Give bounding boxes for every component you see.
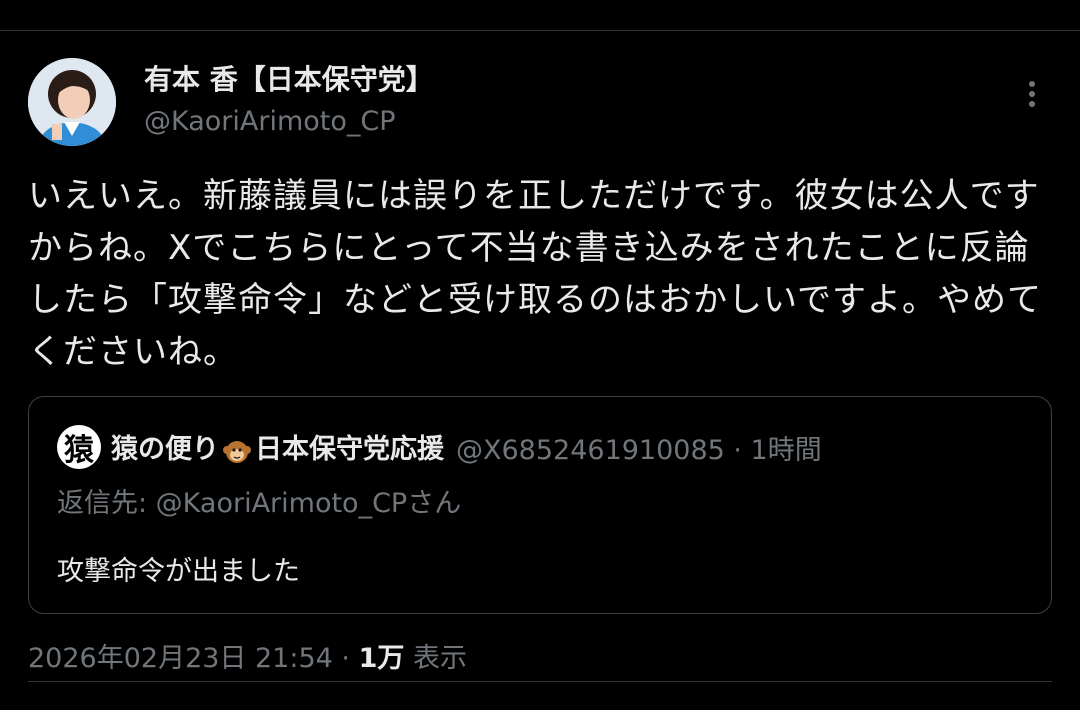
- quoted-reply-to: 返信先: @KaoriArimoto_CPさん: [57, 488, 462, 519]
- tweet-timestamp[interactable]: 2026年02月23日 21:54 ·: [28, 643, 359, 674]
- views-label: 表示: [404, 643, 467, 674]
- author-handle[interactable]: @KaoriArimoto_CP: [144, 104, 434, 140]
- more-options-button[interactable]: [1012, 74, 1052, 114]
- author-avatar[interactable]: [28, 58, 116, 146]
- quoted-author-name-part1: 猿の便り: [111, 434, 219, 466]
- bottom-divider: [28, 681, 1052, 682]
- views-count: 1万: [358, 643, 405, 674]
- tweet-header: 有本 香【日本保守党】 @KaoriArimoto_CP: [28, 58, 1052, 150]
- quoted-author-name: 猿の便り 日本保守党応援: [111, 427, 444, 467]
- quoted-author-avatar: 猿: [57, 425, 101, 469]
- top-divider: [0, 30, 1080, 31]
- quoted-tweet-header: 猿 猿の便り 日本保守党応援 @X6852461910085 · 1時間: [57, 425, 822, 469]
- tweet: 有本 香【日本保守党】 @KaoriArimoto_CP いえいえ。新藤議員には…: [28, 58, 1052, 675]
- more-dots-icon: [1029, 81, 1035, 107]
- avatar-image: [28, 58, 116, 146]
- monkey-icon: [223, 440, 251, 463]
- tweet-text: いえいえ。新藤議員には誤りを正しただけです。彼女は公人ですからね。Xでこちらにと…: [28, 176, 1042, 372]
- quoted-author-name-part2: 日本保守党応援: [255, 434, 444, 466]
- author-display-name[interactable]: 有本 香【日本保守党】: [144, 62, 434, 98]
- tweet-meta: 2026年02月23日 21:54 · 1万 表示: [28, 636, 1052, 675]
- quoted-handle-time: @X6852461910085 · 1時間: [456, 434, 822, 466]
- quoted-tweet[interactable]: 猿 猿の便り 日本保守党応援 @X6852461910085 · 1時間 返信先…: [28, 396, 1052, 614]
- author-info: 有本 香【日本保守党】 @KaoriArimoto_CP: [144, 62, 434, 140]
- quoted-tweet-text: 攻撃命令が出ました: [57, 556, 300, 587]
